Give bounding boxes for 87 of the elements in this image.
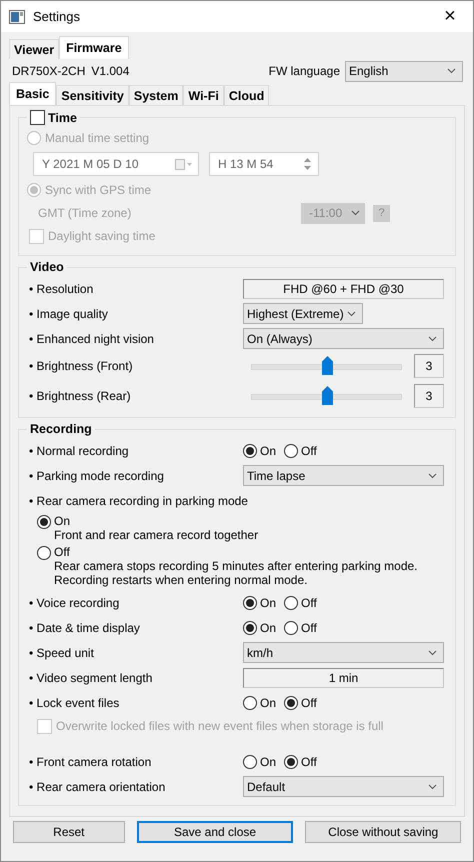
setting-label: • Brightness (Front) xyxy=(28,359,134,373)
radio-label: On xyxy=(260,444,276,458)
setting-label: • Rear camera recording in parking mode xyxy=(28,494,249,508)
model-label: DR750X-2CH xyxy=(12,64,86,78)
timezone-label: GMT (Time zone) xyxy=(38,206,132,220)
chevron-icon xyxy=(447,68,456,74)
radio-button[interactable] xyxy=(284,596,298,610)
tab[interactable]: Cloud xyxy=(224,85,270,105)
radio-button[interactable] xyxy=(284,696,298,710)
slider-track[interactable] xyxy=(251,386,402,406)
slider-track[interactable] xyxy=(251,356,402,376)
setting-label: • Front camera rotation xyxy=(28,754,152,768)
radio-button[interactable] xyxy=(243,596,257,610)
tab[interactable]: Viewer xyxy=(9,39,60,59)
radio-label: Off xyxy=(301,596,317,610)
value-field: 3 xyxy=(414,354,444,378)
chevron-icon xyxy=(428,472,437,478)
radio-label: Off xyxy=(301,754,317,768)
tab[interactable]: System xyxy=(128,85,184,105)
radio-button[interactable] xyxy=(243,620,257,634)
version-label: V1.004 xyxy=(91,64,130,78)
radio-button[interactable] xyxy=(243,696,257,710)
radio-label: On xyxy=(260,620,276,634)
dropdown[interactable]: Time lapse xyxy=(243,465,444,486)
option-description: Rear camera stops recording 5 minutes after entering parking mode. Recording restarts when entering normal mode. xyxy=(54,559,419,587)
radio-label: Sync with GPS time xyxy=(45,183,152,197)
setting-label: • Speed unit xyxy=(28,646,95,660)
dropdown[interactable]: km/h xyxy=(243,642,444,663)
tab[interactable]: Sensitivity xyxy=(56,85,129,105)
dropdown[interactable]: Default xyxy=(243,776,444,797)
value-field: 3 xyxy=(414,384,444,408)
setting-label: • Normal recording xyxy=(28,444,130,458)
radio-button[interactable] xyxy=(284,754,298,768)
setting-label: • Voice recording xyxy=(28,596,120,610)
close-button[interactable]: × xyxy=(427,1,473,32)
radio-label: Off xyxy=(301,696,317,710)
chevron-icon xyxy=(351,210,360,216)
group-title: Video xyxy=(30,260,64,274)
radio-label: On xyxy=(54,514,72,528)
radio-button[interactable] xyxy=(243,754,257,768)
window-title: Settings xyxy=(33,9,80,24)
dropdown[interactable]: Highest (Extreme) xyxy=(243,303,363,324)
radio-label: Manual time setting xyxy=(45,131,150,145)
setting-label: • Parking mode recording xyxy=(28,468,165,482)
chevron-icon xyxy=(428,650,437,656)
setting-label: • Date & time display xyxy=(28,620,141,634)
chevron-icon xyxy=(428,784,437,790)
language-dropdown[interactable]: English xyxy=(345,60,463,82)
setting-label: • Video segment length xyxy=(28,670,154,684)
slider-thumb[interactable] xyxy=(322,356,332,375)
checkbox-label: Overwrite locked files with new event files when storage is full xyxy=(56,719,384,733)
group-title: Time xyxy=(48,110,77,124)
setting-label: • Resolution xyxy=(28,282,94,296)
tab[interactable]: Wi-Fi xyxy=(183,85,224,105)
tab[interactable]: Firmware xyxy=(59,36,129,59)
group-title: Recording xyxy=(30,422,92,436)
dialog-button[interactable]: Close without saving xyxy=(305,821,461,843)
dialog-button[interactable]: Reset xyxy=(13,821,125,843)
radio-label: Off xyxy=(301,444,317,458)
radio-label: On xyxy=(260,596,276,610)
language-label: FW language xyxy=(268,64,340,78)
setting-label: • Brightness (Rear) xyxy=(28,389,132,403)
dialog-button[interactable]: Save and close xyxy=(136,821,294,843)
radio-button[interactable] xyxy=(37,515,51,529)
chevron-icon xyxy=(347,310,356,316)
radio-button[interactable] xyxy=(284,620,298,634)
window-icon xyxy=(9,10,25,24)
setting-label: • Lock event files xyxy=(28,696,120,710)
value-field: FHD @60 + FHD @30 xyxy=(243,278,444,298)
checkbox-label: Daylight saving time xyxy=(48,229,156,243)
tab[interactable]: Basic xyxy=(9,82,56,105)
option-description: Front and rear camera record together xyxy=(54,528,258,542)
setting-label: • Image quality xyxy=(28,306,109,320)
radio-button[interactable] xyxy=(284,444,298,458)
radio-label: Off xyxy=(54,545,71,559)
slider-thumb[interactable] xyxy=(322,386,332,405)
radio-button[interactable] xyxy=(243,444,257,458)
radio-label: Off xyxy=(301,620,317,634)
radio-button[interactable] xyxy=(37,546,51,560)
value-field: 1 min xyxy=(243,668,444,688)
setting-label: • Rear camera orientation xyxy=(28,780,166,794)
setting-label: • Enhanced night vision xyxy=(28,332,155,346)
radio-label: On xyxy=(260,754,276,768)
calendar-icon xyxy=(175,158,193,170)
chevron-icon xyxy=(428,336,437,342)
radio-label: On xyxy=(260,696,276,710)
dropdown[interactable]: On (Always) xyxy=(243,328,444,349)
